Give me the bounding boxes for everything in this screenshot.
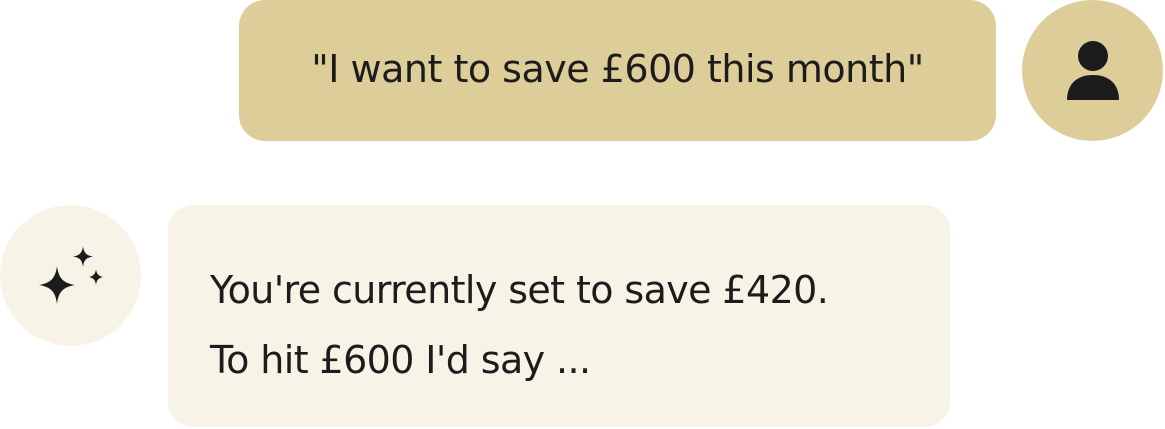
user-message-text: "I want to save £600 this month" [311,46,924,91]
assistant-message-line-1: You're currently set to save £420. [210,268,829,312]
assistant-avatar [0,205,141,346]
person-icon [1066,40,1119,100]
assistant-message-bubble: You're currently set to save £420. To hi… [168,205,950,427]
user-avatar [1022,0,1163,141]
user-message-bubble: "I want to save £600 this month" [239,0,996,141]
sparkles-icon [38,245,103,304]
assistant-message-line-2: To hit £600 I'd say ... [210,338,591,382]
